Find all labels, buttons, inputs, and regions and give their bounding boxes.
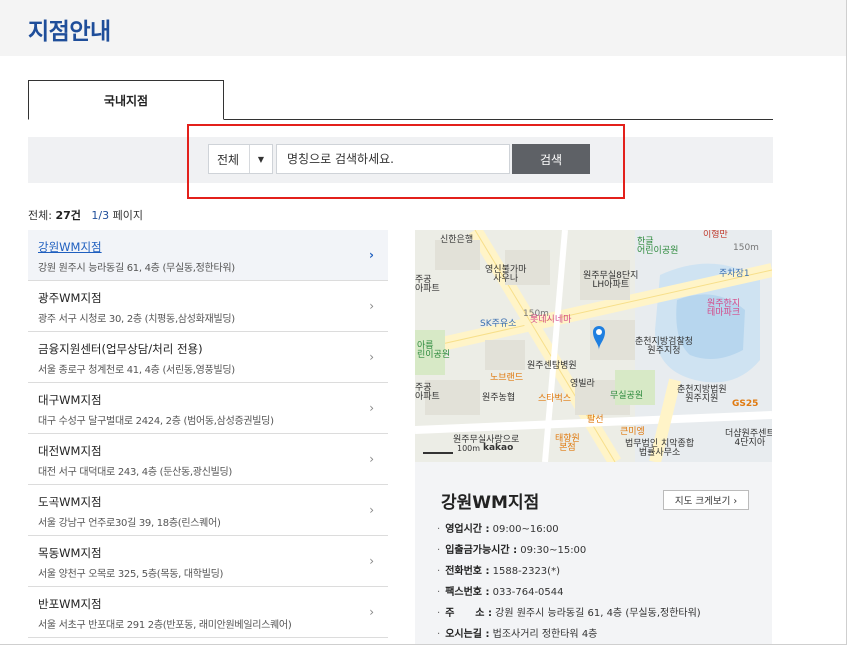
chevron-right-icon[interactable]: ›: [369, 605, 374, 619]
branch-address: 대전 서구 대덕대로 243, 4층 (둔산동,광신빌딩): [38, 467, 233, 478]
map-label: 춘천지방법원 원주지원: [677, 385, 727, 405]
chevron-right-icon[interactable]: ›: [369, 503, 374, 517]
page-frame: 지점안내 국내지점 전체 ▼ 검색 전체: 27건 1/3 페이지 강원WM지점…: [0, 0, 847, 645]
detail-value: 033-764-0544: [492, 587, 564, 598]
map-label: 영신불가마 사우나: [485, 265, 527, 285]
chevron-right-icon[interactable]: ›: [369, 401, 374, 415]
branch-item[interactable]: 금융지원센터(업무상담/처리 전용) 서울 종로구 청계천로 41, 4층 (서…: [28, 332, 388, 383]
branch-address: 광주 서구 시청로 30, 2층 (치평동,삼성화재빌딩): [38, 314, 235, 325]
map-label: 팔선: [587, 415, 604, 425]
map-label: 무실공원: [610, 391, 644, 401]
detail-key: 오시는길 :: [445, 629, 490, 640]
branch-name[interactable]: 대구WM지점: [38, 392, 388, 408]
map-label: 태향원 본점: [555, 434, 580, 454]
branch-name[interactable]: 강원WM지점: [38, 239, 388, 255]
map-label: 큰미엥: [620, 427, 645, 437]
map-label: GS25: [732, 399, 759, 409]
map-label: 한글 어린이공원: [637, 237, 679, 257]
map-label: 롯데시네마: [530, 315, 572, 325]
detail-row-directions: · 오시는길 : 법조사거리 정한타워 4층: [437, 629, 598, 640]
detail-value: 09:00~16:00: [492, 524, 559, 535]
page-title: 지점안내: [28, 19, 111, 45]
detail-value: 09:30~15:00: [520, 545, 587, 556]
result-count: 전체: 27건 1/3 페이지: [28, 207, 143, 223]
detail-key: 주 소 :: [445, 608, 492, 619]
branch-item[interactable]: 광주WM지점 광주 서구 시청로 30, 2층 (치평동,삼성화재빌딩) ›: [28, 281, 388, 332]
map-label: 노브랜드: [490, 373, 524, 383]
map-label: 주공 아파트: [415, 275, 440, 295]
branch-address: 서울 강남구 언주로30길 39, 18층(린스퀘어): [38, 518, 221, 529]
map-label: 150m: [733, 243, 759, 253]
branch-map[interactable]: 신한은행 한글 어린이공원 150m 이형만 주차장1 영신불가마 사우나 원주…: [415, 230, 772, 462]
detail-rows: · 영업시간 : 09:00~16:00 · 입출금가능시간 : 09:30~15:…: [437, 520, 701, 644]
detail-value: 1588-2323(*): [492, 566, 560, 577]
map-label: 원주센탐병원: [527, 361, 577, 371]
page-indicator: 1/3: [91, 209, 110, 222]
detail-row-fax: · 팩스번호 : 033-764-0544: [437, 587, 564, 598]
branch-item[interactable]: 대구WM지점 대구 수성구 달구벌대로 2424, 2층 (범어동,삼성증권빌딩…: [28, 383, 388, 434]
chevron-right-icon[interactable]: ›: [369, 452, 374, 466]
branch-item[interactable]: 목동WM지점 서울 양천구 오목로 325, 5층(목동, 대학빌딩) ›: [28, 536, 388, 587]
detail-key: 입출금가능시간 :: [445, 545, 518, 556]
branch-address: 서울 종로구 청계천로 41, 4층 (서린동,영풍빌딩): [38, 365, 235, 376]
map-scale-label: 100m: [457, 444, 481, 453]
tab-domestic-branches[interactable]: 국내지점: [28, 80, 224, 120]
kakao-logo: kakao: [483, 443, 514, 453]
chevron-right-icon[interactable]: ›: [369, 554, 374, 568]
branch-item[interactable]: 강원WM지점 강원 원주시 능라동길 61, 4층 (무실동,정한타워) ›: [28, 230, 388, 281]
chevron-right-icon[interactable]: ›: [369, 248, 374, 262]
chevron-right-icon[interactable]: ›: [369, 299, 374, 313]
branch-detail-panel: 강원WM지점 지도 크게보기 › · 영업시간 : 09:00~16:00 · 입출…: [415, 462, 772, 644]
branch-address: 대구 수성구 달구벌대로 2424, 2층 (범어동,삼성증권빌딩): [38, 416, 274, 427]
map-label: 원주농협: [482, 393, 516, 403]
branch-item[interactable]: 반포WM지점 서울 서초구 반포대로 291 2층(반포동, 래미안원베일리스퀘…: [28, 587, 388, 638]
header-band: [0, 0, 846, 56]
page-suffix: 페이지: [112, 209, 143, 222]
branch-name[interactable]: 대전WM지점: [38, 443, 388, 459]
branch-address: 서울 서초구 반포대로 291 2층(반포동, 래미안원베일리스퀘어): [38, 620, 292, 631]
map-canvas: [415, 230, 772, 462]
map-label: 더샵원주센트 4단지아: [725, 429, 772, 449]
map-label: 신한은행: [440, 235, 474, 245]
branch-item[interactable]: 대전WM지점 대전 서구 대덕대로 243, 4층 (둔산동,광신빌딩) ›: [28, 434, 388, 485]
map-label: 법무법인 치악종합 법률사무소: [625, 439, 695, 459]
branch-name[interactable]: 광주WM지점: [38, 290, 388, 306]
detail-row-hours: · 영업시간 : 09:00~16:00: [437, 524, 559, 535]
branch-item[interactable]: 도곡WM지점 서울 강남구 언주로30길 39, 18층(린스퀘어) ›: [28, 485, 388, 536]
chevron-right-icon[interactable]: ›: [369, 350, 374, 364]
detail-key: 전화번호 :: [445, 566, 490, 577]
total-count: 27건: [55, 209, 81, 222]
detail-row-cash-hours: · 입출금가능시간 : 09:30~15:00: [437, 545, 587, 556]
detail-row-phone: · 전화번호 : 1588-2323(*): [437, 566, 560, 577]
detail-key: 영업시간 :: [445, 524, 490, 535]
map-label: SK주유소: [480, 319, 517, 329]
map-label: 원주한지 테마파크: [707, 299, 741, 319]
branch-name[interactable]: 도곡WM지점: [38, 494, 388, 510]
branch-address: 서울 양천구 오목로 325, 5층(목동, 대학빌딩): [38, 569, 224, 580]
branch-name[interactable]: 반포WM지점: [38, 596, 388, 612]
map-label: 아름 린이공원: [417, 341, 451, 361]
detail-key: 팩스번호 :: [445, 587, 490, 598]
map-label: 춘천지방검찰청 원주지청: [635, 337, 693, 357]
map-label: 원주무실8단지 LH아파트: [583, 271, 639, 291]
map-label: 주공 아파트: [415, 383, 440, 403]
detail-title: 강원WM지점: [441, 493, 540, 513]
map-label: 스타벅스: [538, 394, 572, 404]
detail-value: 법조사거리 정한타워 4층: [492, 629, 598, 640]
branch-address: 강원 원주시 능라동길 61, 4층 (무실동,정한타워): [38, 263, 235, 274]
branch-name[interactable]: 금융지원센터(업무상담/처리 전용): [38, 341, 388, 357]
branch-name[interactable]: 목동WM지점: [38, 545, 388, 561]
branch-list: 강원WM지점 강원 원주시 능라동길 61, 4층 (무실동,정한타워) › 광…: [28, 230, 388, 638]
total-label: 전체:: [28, 209, 52, 222]
search-highlight-box: [187, 124, 625, 199]
detail-row-address: · 주 소 : 강원 원주시 능라동길 61, 4층 (무실동,정한타워): [437, 608, 701, 619]
view-large-map-button[interactable]: 지도 크게보기 ›: [663, 490, 749, 510]
map-label: 영빌라: [570, 379, 595, 389]
detail-value: 강원 원주시 능라동길 61, 4층 (무실동,정한타워): [495, 608, 701, 619]
map-label: 주차장1: [719, 269, 750, 279]
map-label: 이형만: [703, 230, 728, 240]
